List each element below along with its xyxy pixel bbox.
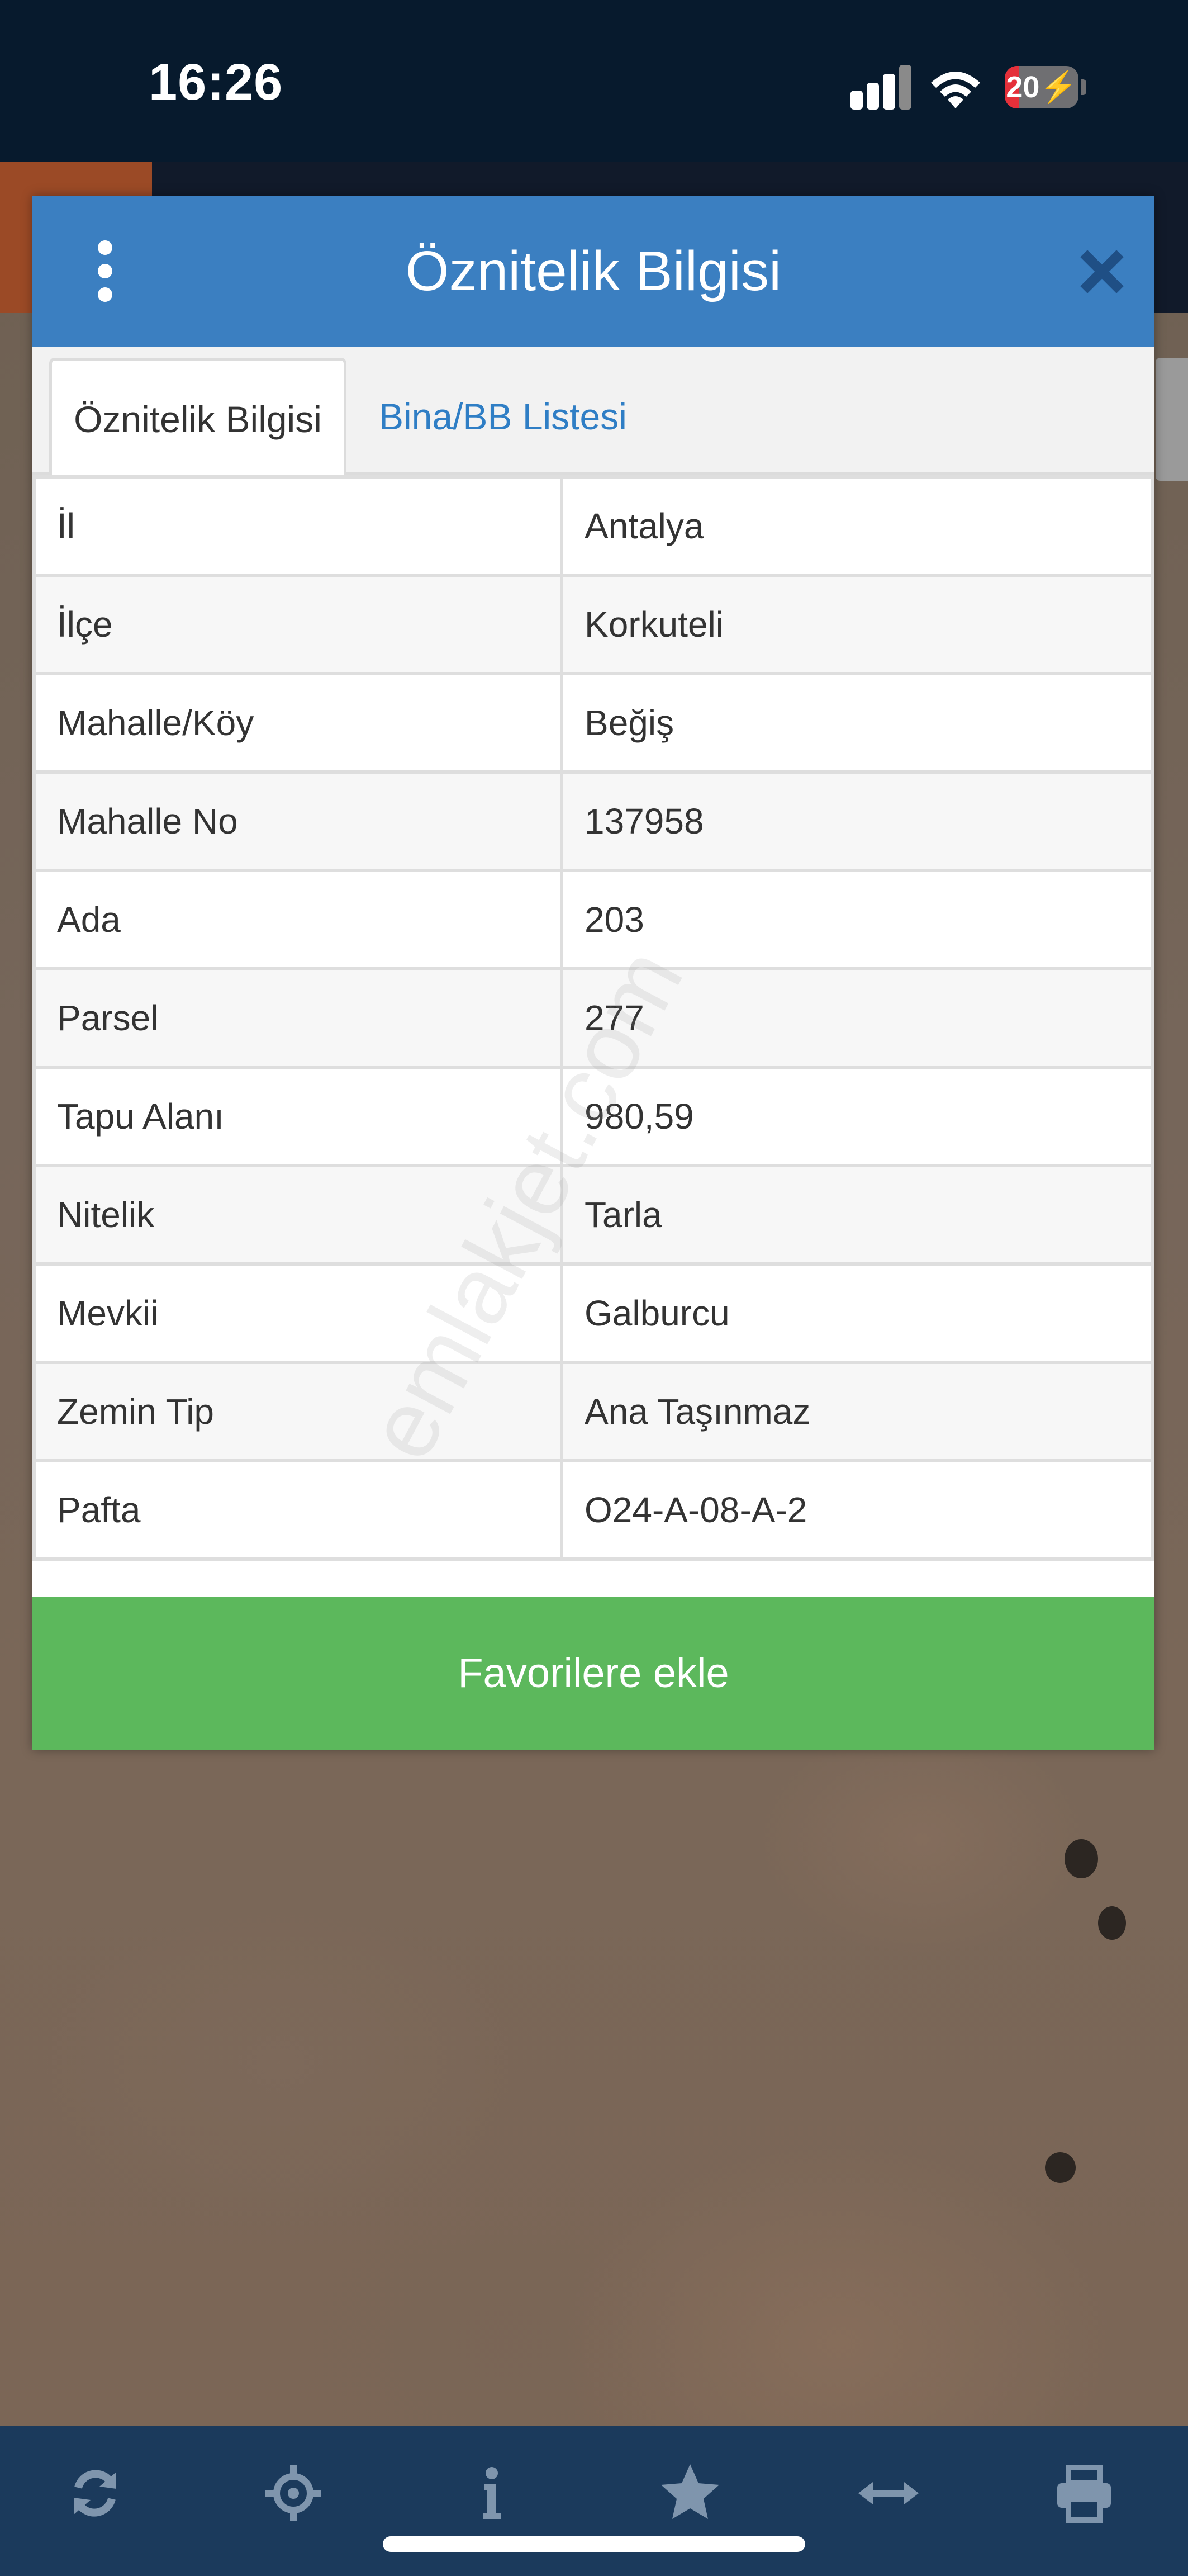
attribute-value: 137958 xyxy=(560,770,1154,872)
tab-bar: Öznitelik Bilgisi Bina/BB Listesi xyxy=(32,347,1154,475)
table-row: Mahalle No 137958 xyxy=(32,770,1154,872)
attribute-value: Ana Taşınmaz xyxy=(560,1361,1154,1462)
signal-icon xyxy=(850,65,912,110)
table-row: Mahalle/Köy Beğiş xyxy=(32,672,1154,774)
wifi-icon xyxy=(931,72,980,108)
locate-icon[interactable] xyxy=(260,2460,327,2527)
table-row: Mevkii Galburcu xyxy=(32,1262,1154,1364)
table-row: İl Antalya xyxy=(32,475,1154,577)
home-indicator[interactable] xyxy=(383,2536,805,2552)
attribute-key: Mevkii xyxy=(32,1262,563,1364)
table-row: Nitelik Tarla xyxy=(32,1164,1154,1266)
map-feature xyxy=(1098,1906,1126,1940)
attribute-key: Mahalle/Köy xyxy=(32,672,563,774)
attribute-key: Tapu Alanı xyxy=(32,1066,563,1167)
attribute-key: İl xyxy=(32,475,563,577)
attribute-key: Parsel xyxy=(32,967,563,1069)
measure-icon[interactable] xyxy=(855,2460,922,2527)
attribute-key: Zemin Tip xyxy=(32,1361,563,1462)
battery-icon: 20⚡ xyxy=(1005,66,1078,108)
dialog-header: Öznitelik Bilgisi xyxy=(32,196,1154,347)
star-icon[interactable] xyxy=(657,2460,724,2527)
battery-tip xyxy=(1081,79,1086,95)
table-row: İlçe Korkuteli xyxy=(32,574,1154,675)
battery-level: 20⚡ xyxy=(1006,70,1077,104)
attribute-value: Antalya xyxy=(560,475,1154,577)
tab-building-list[interactable]: Bina/BB Listesi xyxy=(362,358,644,475)
attribute-key: Mahalle No xyxy=(32,770,563,872)
attribute-value: 203 xyxy=(560,869,1154,970)
status-bar: 16:26 20⚡ xyxy=(0,0,1188,162)
table-row: Zemin Tip Ana Taşınmaz xyxy=(32,1361,1154,1462)
table-row: Pafta O24-A-08-A-2 xyxy=(32,1459,1154,1561)
attribute-dialog: Öznitelik Bilgisi Öznitelik Bilgisi Bina… xyxy=(32,196,1154,1750)
attribute-value: 980,59 xyxy=(560,1066,1154,1167)
table-row: Parsel 277 xyxy=(32,967,1154,1069)
attribute-value: 277 xyxy=(560,967,1154,1069)
attribute-value: O24-A-08-A-2 xyxy=(560,1459,1154,1561)
map-feature xyxy=(1045,2152,1076,2183)
attribute-key: Ada xyxy=(32,869,563,970)
attribute-key: Pafta xyxy=(32,1459,563,1561)
print-icon[interactable] xyxy=(1051,2460,1118,2527)
attribute-value: Korkuteli xyxy=(560,574,1154,675)
attribute-key: Nitelik xyxy=(32,1164,563,1266)
refresh-icon[interactable] xyxy=(61,2460,129,2527)
tab-attribute-info[interactable]: Öznitelik Bilgisi xyxy=(49,358,346,475)
dialog-title: Öznitelik Bilgisi xyxy=(405,240,782,302)
add-to-favorites-button[interactable]: Favorilere ekle xyxy=(32,1597,1154,1750)
map-feature xyxy=(1065,1839,1098,1878)
attribute-value: Galburcu xyxy=(560,1262,1154,1364)
map-side-handle[interactable] xyxy=(1156,358,1188,481)
table-row: Tapu Alanı 980,59 xyxy=(32,1066,1154,1167)
table-row: Ada 203 xyxy=(32,869,1154,970)
attribute-value: Beğiş xyxy=(560,672,1154,774)
status-time: 16:26 xyxy=(149,54,283,111)
attribute-value: Tarla xyxy=(560,1164,1154,1266)
info-icon[interactable] xyxy=(458,2460,525,2527)
close-icon[interactable] xyxy=(1074,244,1130,300)
attribute-table: İl Antalya İlçe Korkuteli Mahalle/Köy Beğiş Ma… xyxy=(32,475,1154,1561)
attribute-key: İlçe xyxy=(32,574,563,675)
bottom-toolbar xyxy=(0,2426,1188,2576)
